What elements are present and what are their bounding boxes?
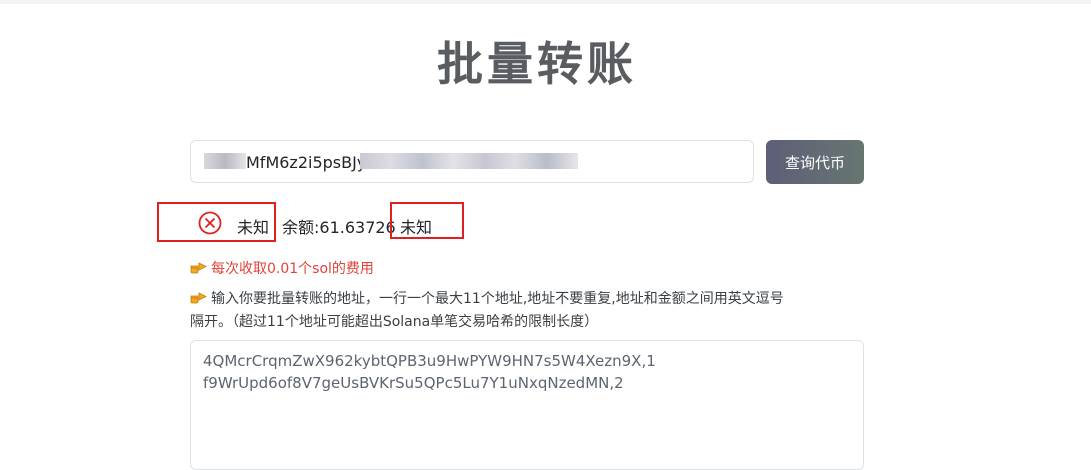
- highlight-box-left: [157, 202, 276, 242]
- pointing-hand-icon: [190, 292, 207, 304]
- address-blur-left: [204, 153, 246, 169]
- instruction-line-1: 输入你要批量转账的地址，一行一个最大11个地址,地址不要重复,地址和金额之间用英…: [190, 288, 784, 308]
- transfer-line: f9WrUpd6of8V7geUsBVKrSu5QPc5Lu7Y1uNxqNze…: [203, 374, 624, 392]
- address-blur-right: [360, 153, 578, 169]
- transfer-line: 4QMcrCrqmZwX962kybtQPB3u9HwPYW9HN7s5W4Xe…: [203, 352, 656, 370]
- highlight-box-right: [390, 202, 464, 239]
- balance-label: 余额:61.63726: [282, 218, 396, 237]
- instruction-line-2: 隔开。（超过11个地址可能超出Solana单笔交易哈希的限制长度）: [190, 314, 599, 330]
- pointing-hand-icon: [190, 262, 207, 274]
- query-tokens-button[interactable]: 查询代币: [766, 140, 864, 184]
- top-band: [0, 0, 1091, 4]
- instruction-text-1: 输入你要批量转账的地址，一行一个最大11个地址,地址不要重复,地址和金额之间用英…: [211, 291, 784, 307]
- fee-note: 每次收取0.01个sol的费用: [190, 258, 374, 278]
- address-visible-fragment: MfM6z2i5psBJyv: [246, 153, 376, 172]
- fee-note-text: 每次收取0.01个sol的费用: [211, 261, 374, 277]
- page-title: 批量转账: [437, 37, 637, 91]
